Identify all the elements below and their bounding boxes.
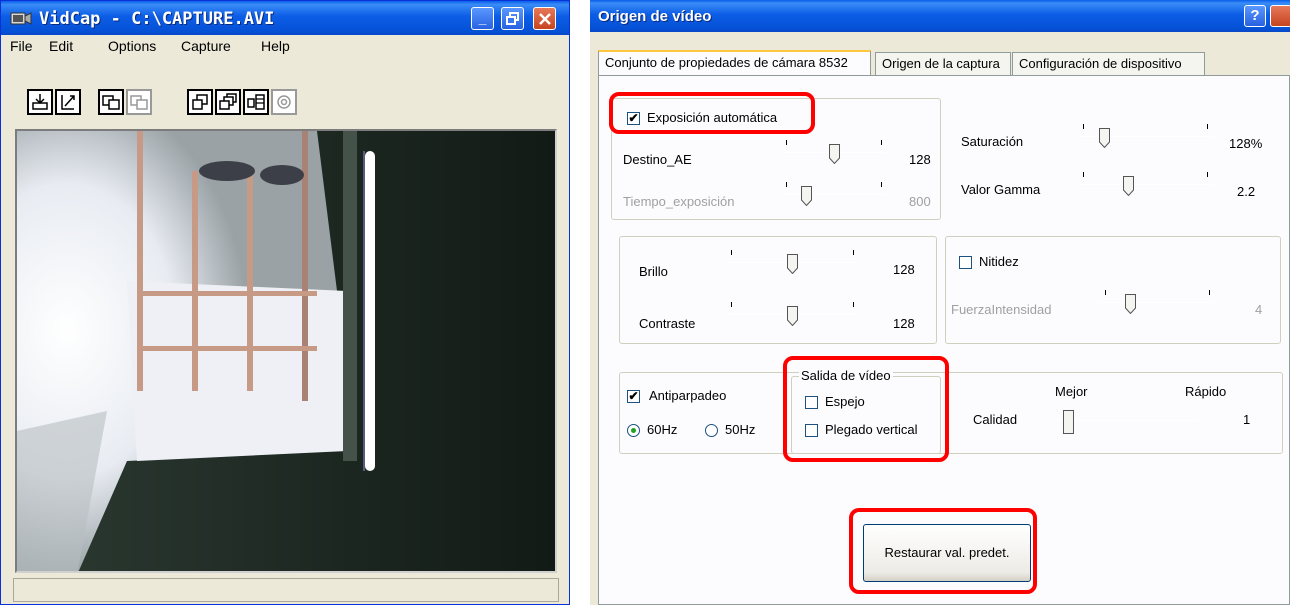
contraste-label: Contraste bbox=[639, 316, 696, 331]
minimize-button[interactable]: _ bbox=[471, 7, 494, 30]
contraste-slider[interactable] bbox=[725, 302, 859, 328]
video-display-icon bbox=[247, 94, 265, 110]
slider-thumb[interactable] bbox=[1123, 176, 1134, 196]
compression-icon bbox=[277, 95, 291, 109]
slider-thumb[interactable] bbox=[1063, 410, 1074, 434]
destino-ae-slider[interactable] bbox=[781, 140, 887, 166]
dialog-close-button[interactable] bbox=[1270, 5, 1290, 27]
menu-file[interactable]: File bbox=[10, 38, 33, 54]
menu-bar: File Edit Options Capture Help bbox=[1, 35, 569, 59]
overlay-button[interactable] bbox=[126, 89, 152, 115]
tab-camera-properties[interactable]: Conjunto de propiedades de cámara 8532 bbox=[598, 50, 871, 76]
vidcap-window: VidCap - C:\CAPTURE.AVI _ File Edit Opti… bbox=[0, 0, 570, 605]
brillo-slider[interactable] bbox=[725, 250, 859, 276]
nitidez-label: Nitidez bbox=[979, 254, 1019, 269]
calidad-value: 1 bbox=[1243, 412, 1251, 427]
brillo-label: Brillo bbox=[639, 264, 668, 279]
slider-thumb[interactable] bbox=[829, 144, 840, 164]
gamma-slider[interactable] bbox=[1077, 172, 1212, 198]
toolbar bbox=[1, 59, 569, 125]
radio-50hz[interactable] bbox=[705, 424, 718, 437]
preview-button[interactable] bbox=[98, 89, 124, 115]
highlight-video-output bbox=[783, 356, 949, 462]
set-capture-file-button[interactable] bbox=[27, 89, 53, 115]
video-display-button[interactable] bbox=[243, 89, 269, 115]
fuerza-label: FuerzaIntensidad bbox=[951, 302, 1052, 317]
slider-thumb[interactable] bbox=[787, 254, 798, 274]
slider-thumb[interactable] bbox=[801, 186, 812, 206]
close-icon bbox=[538, 13, 551, 25]
tab-capture-source[interactable]: Origen de la captura bbox=[875, 52, 1011, 75]
close-button[interactable] bbox=[533, 7, 556, 30]
radio-50hz-label: 50Hz bbox=[725, 422, 756, 437]
saturacion-label: Saturación bbox=[961, 134, 1024, 149]
brillo-value: 128 bbox=[893, 262, 915, 277]
radio-60hz[interactable] bbox=[627, 424, 640, 437]
dialog-title-bar[interactable]: Origen de vídeo ? bbox=[590, 0, 1290, 32]
slider-thumb[interactable] bbox=[787, 306, 798, 326]
mejor-label: Mejor bbox=[1055, 384, 1088, 399]
menu-options[interactable]: Options bbox=[108, 38, 156, 54]
highlight-auto-exposure bbox=[609, 92, 815, 134]
gamma-value: 2.2 bbox=[1237, 184, 1256, 199]
rapido-label: Rápido bbox=[1185, 384, 1227, 399]
save-captured-video-icon bbox=[61, 95, 75, 110]
fuerza-slider[interactable] bbox=[1099, 290, 1215, 316]
menu-help[interactable]: Help bbox=[261, 38, 290, 54]
tiempo-exposicion-label: Tiempo_exposición bbox=[623, 194, 735, 209]
restore-window-icon bbox=[505, 12, 519, 25]
slider-thumb[interactable] bbox=[1125, 294, 1136, 314]
fuerza-value: 4 bbox=[1255, 302, 1263, 317]
tiempo-exposicion-value: 800 bbox=[909, 194, 931, 209]
tab-device-config[interactable]: Configuración de dispositivo bbox=[1012, 52, 1205, 75]
antiparpadeo-label: Antiparpadeo bbox=[649, 388, 727, 403]
slider-thumb[interactable] bbox=[1099, 128, 1110, 148]
help-button[interactable]: ? bbox=[1244, 5, 1266, 27]
radio-selected-dot bbox=[631, 428, 636, 433]
radio-60hz-label: 60Hz bbox=[647, 422, 678, 437]
dialog-title: Origen de vídeo bbox=[598, 8, 712, 25]
preview-icon bbox=[102, 95, 120, 110]
tiempo-exposicion-slider[interactable] bbox=[781, 182, 887, 208]
nitidez-checkbox[interactable] bbox=[959, 256, 972, 269]
video-preview bbox=[15, 129, 557, 573]
help-icon: ? bbox=[1250, 7, 1260, 24]
compression-button[interactable] bbox=[271, 89, 297, 115]
video-format-button[interactable] bbox=[187, 89, 213, 115]
save-captured-video-button[interactable] bbox=[55, 89, 81, 115]
contraste-value: 128 bbox=[893, 316, 915, 331]
menu-capture[interactable]: Capture bbox=[181, 38, 231, 54]
origen-video-dialog: Origen de vídeo ? Conjunto de propiedade… bbox=[590, 0, 1290, 605]
camera-icon bbox=[10, 12, 32, 25]
destino-ae-value: 128 bbox=[909, 152, 931, 167]
set-capture-file-icon bbox=[32, 94, 48, 110]
video-source-icon bbox=[219, 93, 237, 110]
video-source-button[interactable] bbox=[215, 89, 241, 115]
restore-window-button[interactable] bbox=[501, 7, 524, 30]
status-bar bbox=[13, 578, 559, 602]
video-format-icon bbox=[192, 94, 208, 110]
check-icon: ✔ bbox=[628, 389, 639, 403]
tab-panel: ✔ Exposición automática Destino_AE 128 T… bbox=[598, 75, 1290, 605]
calidad-slider[interactable] bbox=[1059, 408, 1199, 434]
calidad-label: Calidad bbox=[973, 412, 1018, 427]
destino-ae-label: Destino_AE bbox=[623, 152, 692, 167]
saturacion-value: 128% bbox=[1229, 136, 1263, 151]
highlight-restore-defaults bbox=[849, 508, 1037, 594]
camera-frame-image bbox=[17, 131, 555, 571]
menu-edit[interactable]: Edit bbox=[49, 38, 73, 54]
vidcap-title-bar[interactable]: VidCap - C:\CAPTURE.AVI _ bbox=[1, 1, 569, 35]
overlay-icon bbox=[130, 95, 148, 110]
saturacion-slider[interactable] bbox=[1077, 124, 1212, 150]
gamma-label: Valor Gamma bbox=[961, 182, 1041, 197]
antiparpadeo-checkbox[interactable]: ✔ bbox=[627, 390, 640, 403]
vidcap-title: VidCap - C:\CAPTURE.AVI bbox=[39, 9, 275, 29]
